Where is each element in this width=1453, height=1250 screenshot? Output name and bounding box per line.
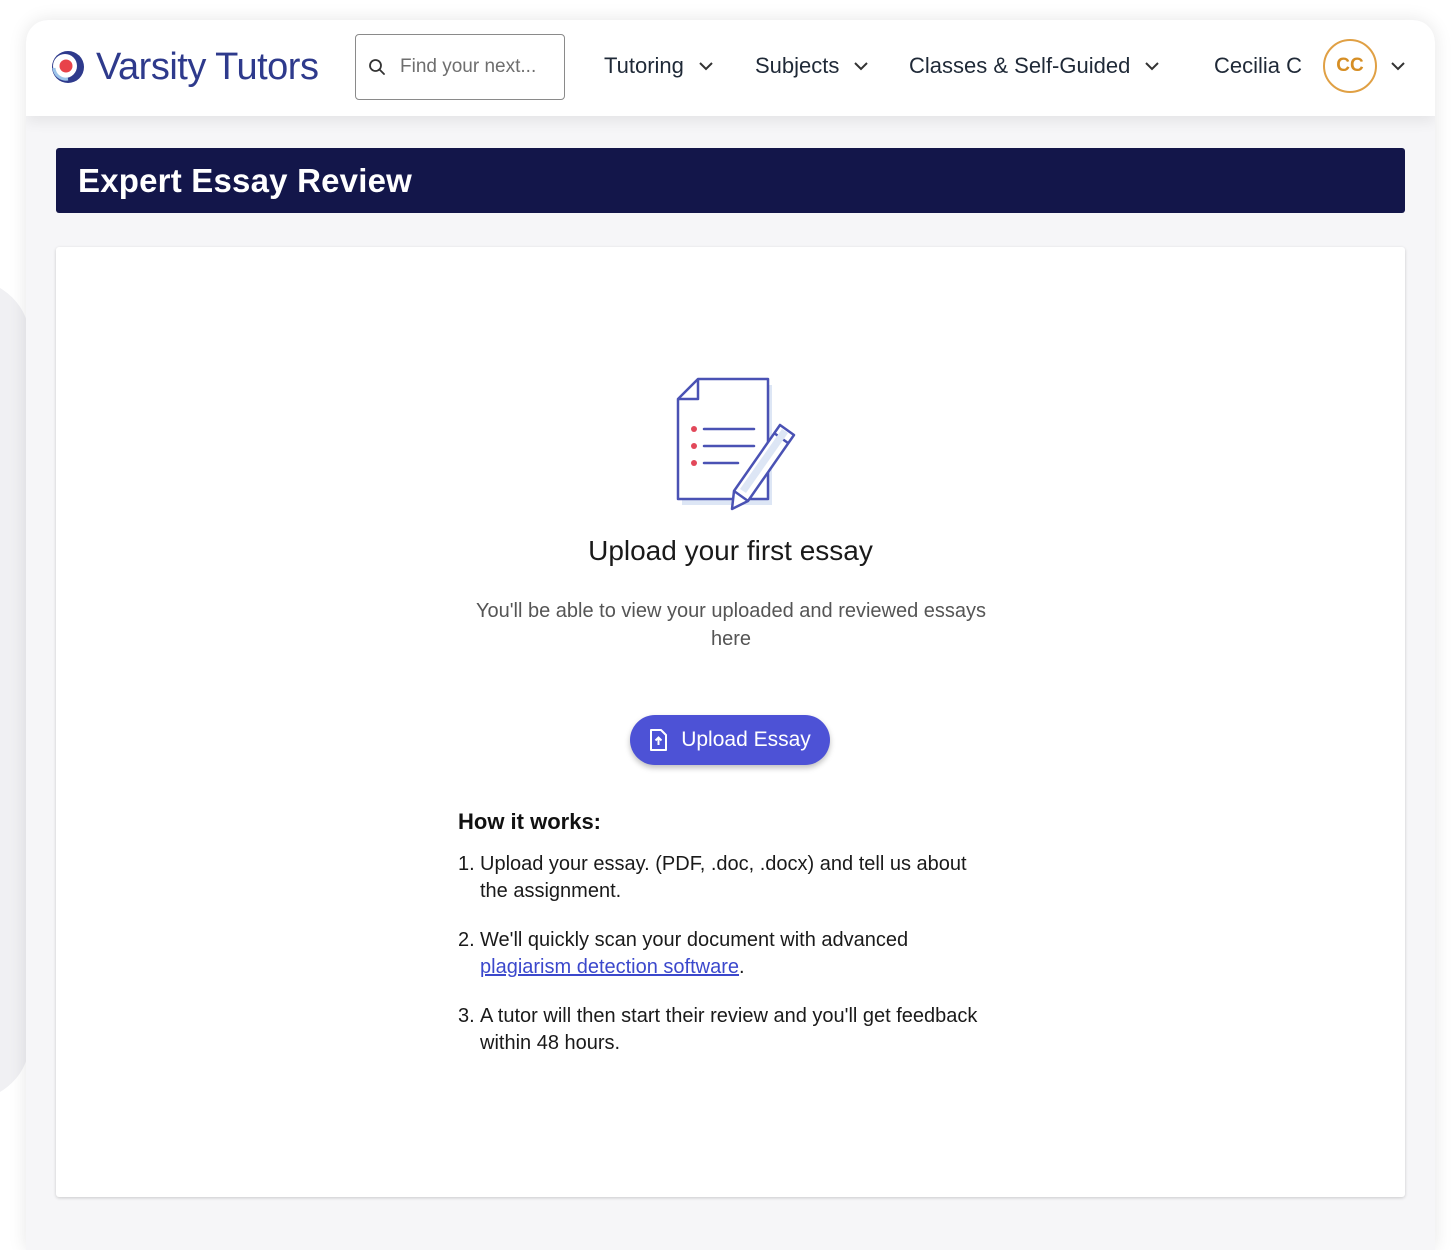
nav-subjects[interactable]: Subjects (755, 50, 869, 82)
avatar-initials: CC (1336, 55, 1364, 76)
varsity-tutors-logo[interactable]: Varsity Tutors (48, 42, 319, 92)
logo-mark-icon (52, 51, 84, 83)
chevron-down-icon (1145, 62, 1160, 71)
nav-classes-self-guided[interactable]: Classes & Self-Guided (909, 50, 1160, 82)
upload-essay-label: Upload Essay (681, 728, 811, 751)
how-it-works-heading: How it works: (458, 809, 602, 834)
page-title: Expert Essay Review (78, 161, 412, 199)
empty-state-headline: Upload your first essay (588, 535, 873, 566)
file-upload-icon (650, 729, 668, 751)
plagiarism-detection-link[interactable]: plagiarism detection software (480, 956, 739, 978)
top-navigation-bar: Varsity Tutors Tutoring Subjects Classes… (26, 20, 1435, 116)
step-number: 1. (458, 853, 475, 875)
logo-text: Varsity Tutors (96, 45, 319, 88)
search-input[interactable] (400, 56, 550, 78)
user-name-label: Cecilia C (1214, 53, 1303, 78)
avatar[interactable]: CC (1323, 39, 1377, 93)
how-it-works-steps: 1. Upload your essay. (PDF, .doc, .docx)… (458, 851, 998, 1057)
chevron-down-icon (854, 62, 869, 71)
step-text: We'll quickly scan your document with ad… (480, 929, 909, 951)
how-it-works-section: How it works: 1. Upload your essay. (PDF… (458, 809, 998, 1079)
essay-document-pencil-icon (676, 377, 796, 511)
user-menu-chevron-down-icon[interactable] (1390, 61, 1406, 71)
step-text: Upload your essay. (PDF, .doc, .docx) an… (480, 853, 967, 902)
empty-state-subtext: You'll be able to view your uploaded and… (475, 600, 987, 650)
app-window: Varsity Tutors Tutoring Subjects Classes… (26, 20, 1435, 1250)
user-name[interactable]: Cecilia C (1214, 50, 1302, 82)
chevron-down-icon (699, 62, 713, 71)
upload-essay-button[interactable]: Upload Essay (630, 715, 830, 765)
step-text-end: . (739, 956, 745, 978)
list-item: 2. We'll quickly scan your document with… (458, 927, 998, 981)
essay-empty-state-card: Upload your first essay You'll be able t… (56, 247, 1405, 1197)
list-item: 3. A tutor will then start their review … (458, 1003, 998, 1057)
step-number: 3. (458, 1005, 475, 1027)
step-text: A tutor will then start their review and… (480, 1005, 978, 1054)
list-item: 1. Upload your essay. (PDF, .doc, .docx)… (458, 851, 998, 905)
search-box[interactable] (355, 34, 565, 100)
step-number: 2. (458, 929, 475, 951)
nav-subjects-label: Subjects (755, 53, 840, 78)
page-title-banner: Expert Essay Review (56, 148, 1405, 213)
nav-classes-label: Classes & Self-Guided (909, 53, 1131, 78)
nav-tutoring-label: Tutoring (604, 53, 684, 78)
search-icon (369, 59, 385, 75)
nav-tutoring[interactable]: Tutoring (604, 50, 714, 82)
